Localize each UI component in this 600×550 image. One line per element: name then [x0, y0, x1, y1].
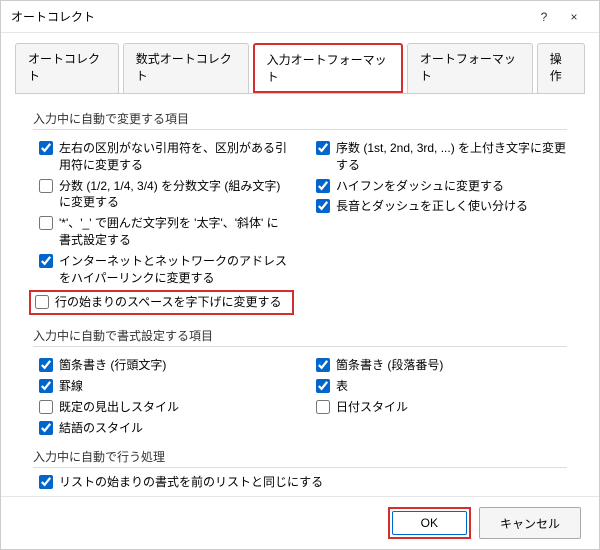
checkbox-hyperlinks[interactable] [39, 254, 53, 268]
ok-button[interactable]: OK [392, 511, 467, 535]
checkbox-label: 日付スタイル [336, 399, 408, 416]
section-format-title: 入力中に自動で書式設定する項目 [33, 327, 567, 347]
dialog-title: オートコレクト [11, 8, 529, 25]
checkbox-heading[interactable] [39, 400, 53, 414]
checkbox-table[interactable] [316, 379, 330, 393]
checkbox-list-format[interactable] [39, 475, 53, 489]
checkbox-label: 罫線 [59, 378, 83, 395]
checkbox-bold-italic[interactable] [39, 216, 53, 230]
checkbox-row: 日付スタイル [310, 399, 567, 416]
checkbox-row: 分数 (1/2, 1/4, 3/4) を分数文字 (組み文字) に変更する [33, 178, 290, 212]
checkbox-row: 既定の見出しスタイル [33, 399, 290, 416]
checkbox-label: 長音とダッシュを正しく使い分ける [336, 198, 528, 215]
checkbox-row-indent-highlighted: 行の始まりのスペースを字下げに変更する [29, 290, 294, 315]
tab-autoformat[interactable]: オートフォーマット [407, 43, 533, 93]
tab-autoformat-typing[interactable]: 入力オートフォーマット [253, 43, 403, 93]
checkbox-closing[interactable] [39, 421, 53, 435]
checkbox-fractions[interactable] [39, 179, 53, 193]
tab-bar: オートコレクト 数式オートコレクト 入力オートフォーマット オートフォーマット … [1, 33, 599, 93]
close-icon[interactable]: × [559, 10, 589, 24]
section-auto-title: 入力中に自動で行う処理 [33, 448, 567, 468]
checkbox-row: '*'、'_' で囲んだ文字列を '太字'、'斜体' に書式設定する [33, 215, 290, 249]
checkbox-hyphens[interactable] [316, 179, 330, 193]
checkbox-row: 結語のスタイル [33, 420, 290, 437]
checkbox-ordinals[interactable] [316, 141, 330, 155]
dialog-footer: OK キャンセル [1, 496, 599, 549]
checkbox-label: 左右の区別がない引用符を、区別がある引用符に変更する [59, 140, 290, 174]
checkbox-row: ハイフンをダッシュに変更する [310, 178, 567, 195]
checkbox-date[interactable] [316, 400, 330, 414]
titlebar: オートコレクト ? × [1, 1, 599, 33]
checkbox-indent-spaces[interactable] [35, 295, 49, 309]
checkbox-quotes[interactable] [39, 141, 53, 155]
checkbox-label: 序数 (1st, 2nd, 3rd, ...) を上付き文字に変更する [336, 140, 567, 174]
checkbox-row: 左右の区別がない引用符を、区別がある引用符に変更する [33, 140, 290, 174]
checkbox-row: 序数 (1st, 2nd, 3rd, ...) を上付き文字に変更する [310, 140, 567, 174]
checkbox-row: インターネットとネットワークのアドレスをハイパーリンクに変更する [33, 253, 290, 287]
checkbox-label: ハイフンをダッシュに変更する [336, 178, 504, 195]
checkbox-border[interactable] [39, 379, 53, 393]
tab-autocorrect[interactable]: オートコレクト [15, 43, 119, 93]
help-icon[interactable]: ? [529, 10, 559, 24]
dialog-content: 入力中に自動で変更する項目 左右の区別がない引用符を、区別がある引用符に変更する… [15, 93, 585, 496]
checkbox-label: 表 [336, 378, 348, 395]
checkbox-row: 箇条書き (行頭文字) [33, 357, 290, 374]
checkbox-numbered[interactable] [316, 358, 330, 372]
checkbox-label: リストの始まりの書式を前のリストと同じにする [59, 474, 323, 491]
dialog-window: オートコレクト ? × オートコレクト 数式オートコレクト 入力オートフォーマッ… [0, 0, 600, 550]
checkbox-label: 結語のスタイル [59, 420, 143, 437]
section-replace-title: 入力中に自動で変更する項目 [33, 110, 567, 130]
checkbox-label: インターネットとネットワークのアドレスをハイパーリンクに変更する [59, 253, 290, 287]
tab-math-autocorrect[interactable]: 数式オートコレクト [123, 43, 249, 93]
ok-button-highlight: OK [388, 507, 471, 539]
checkbox-bullet[interactable] [39, 358, 53, 372]
checkbox-dash[interactable] [316, 199, 330, 213]
checkbox-row: 長音とダッシュを正しく使い分ける [310, 198, 567, 215]
checkbox-row: 箇条書き (段落番号) [310, 357, 567, 374]
checkbox-label: '*'、'_' で囲んだ文字列を '太字'、'斜体' に書式設定する [59, 215, 290, 249]
checkbox-label: 箇条書き (段落番号) [336, 357, 443, 374]
checkbox-row: リストの始まりの書式を前のリストと同じにする [33, 474, 567, 491]
checkbox-row: 罫線 [33, 378, 290, 395]
checkbox-label: 分数 (1/2, 1/4, 3/4) を分数文字 (組み文字) に変更する [59, 178, 290, 212]
checkbox-label: 箇条書き (行頭文字) [59, 357, 166, 374]
checkbox-label: 既定の見出しスタイル [59, 399, 179, 416]
checkbox-label: 行の始まりのスペースを字下げに変更する [55, 294, 282, 311]
checkbox-row: 表 [310, 378, 567, 395]
cancel-button[interactable]: キャンセル [479, 507, 581, 539]
tab-actions[interactable]: 操作 [537, 43, 585, 93]
